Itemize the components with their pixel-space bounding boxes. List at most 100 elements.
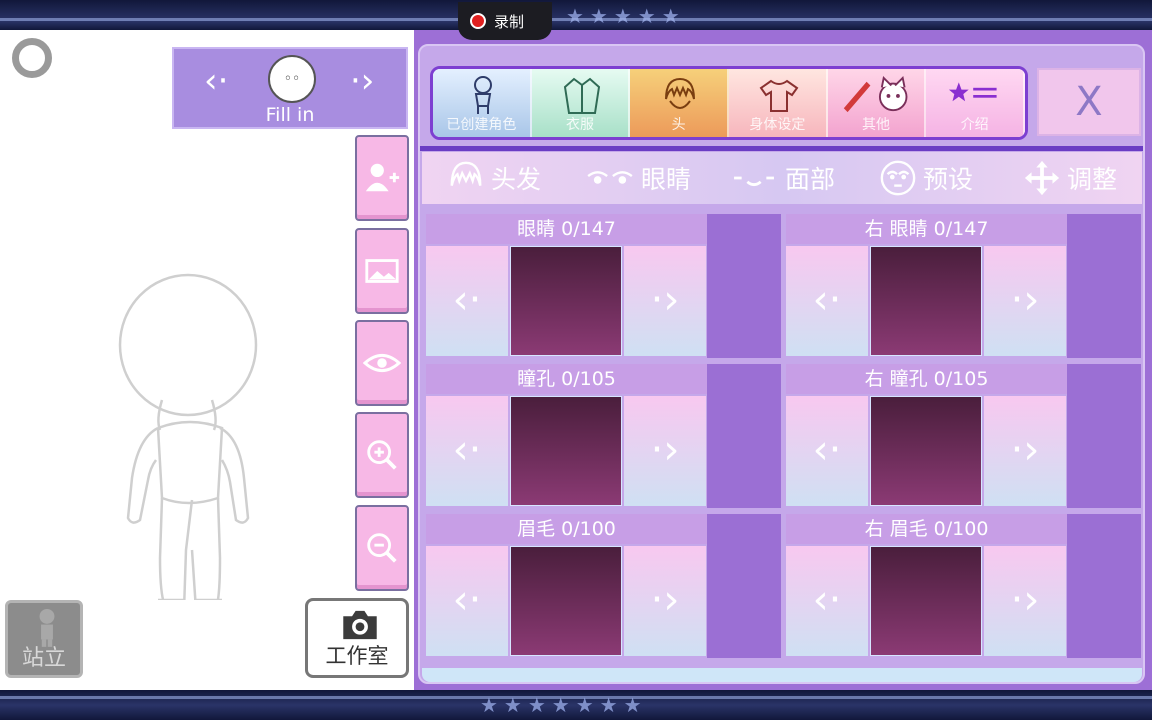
character-face-icon: ◦◦ <box>268 55 316 103</box>
slot-eyebrows-prev-button[interactable]: ‹· <box>426 546 508 656</box>
pose-stand-button[interactable]: 站立 <box>5 600 83 678</box>
record-indicator[interactable]: 录制 <box>458 2 552 40</box>
slot-right-eyebrows: 右 眉毛 0/100 ‹· ·› <box>786 514 1141 658</box>
character-preview-panel: ‹· ◦◦ ·› Fill in 站立 工作室 <box>0 30 414 690</box>
slot-right-eyes-next-button[interactable]: ·› <box>984 246 1066 356</box>
slot-pupils: 瞳孔 0/105 ‹· ·› <box>426 364 781 508</box>
category-tabs: 已创建角色 衣服 头 身体设定 其他 介绍 <box>430 66 1028 140</box>
subtab-hair[interactable]: 头发 <box>422 159 566 197</box>
slot-eyes-title: 眼睛 0/147 <box>426 214 707 244</box>
loading-ring-icon[interactable] <box>12 38 52 78</box>
editor-panel: 已创建角色 衣服 头 身体设定 其他 介绍 X 头发 眼睛 面部 预设 调整 眼… <box>414 30 1152 690</box>
slot-right-eyebrows-side <box>1067 514 1141 658</box>
tab-head[interactable]: 头 <box>630 69 730 137</box>
slot-right-eyes-side <box>1067 214 1141 358</box>
add-person-icon <box>365 163 400 192</box>
bottom-decor-bar: ★★★★★★★ <box>0 690 1152 720</box>
hair-icon <box>450 161 482 186</box>
tab-clothes[interactable]: 衣服 <box>531 69 631 137</box>
subtab-adjust-label: 调整 <box>1066 165 1117 194</box>
subtab-adjust[interactable]: 调整 <box>998 159 1142 197</box>
subtab-eyes-label: 眼睛 <box>640 165 691 194</box>
tab-other-label: 其他 <box>862 117 891 133</box>
close-button[interactable]: X <box>1037 68 1141 136</box>
subtab-hair-label: 头发 <box>490 165 541 194</box>
tab-created-characters-label: 已创建角色 <box>446 117 517 133</box>
slot-right-eyes-color-swatch[interactable] <box>870 246 982 356</box>
mouth-icon <box>734 176 774 187</box>
bottom-scroll-strip <box>422 668 1142 682</box>
slot-eyes-prev-button[interactable]: ‹· <box>426 246 508 356</box>
landscape-icon <box>365 259 399 283</box>
prev-character-button[interactable]: ‹· <box>204 61 228 101</box>
add-character-button[interactable] <box>355 135 409 221</box>
camera-icon <box>343 610 377 640</box>
studio-label: 工作室 <box>325 644 389 668</box>
tab-profile[interactable]: 介绍 <box>926 69 1025 137</box>
slot-eyebrows-color-swatch[interactable] <box>510 546 622 656</box>
slot-pupils-title: 瞳孔 0/105 <box>426 364 707 394</box>
record-label: 录制 <box>494 12 525 31</box>
slot-right-eyes: 右 眼睛 0/147 ‹· ·› <box>786 214 1141 358</box>
subtab-eyes[interactable]: 眼睛 <box>566 159 710 197</box>
character-outline <box>118 273 258 600</box>
zoom-out-icon <box>367 533 397 563</box>
divider <box>420 146 1143 151</box>
toggle-view-button[interactable] <box>355 320 409 406</box>
tshirt-icon <box>759 79 799 112</box>
character-icon <box>474 76 492 114</box>
slot-pupils-prev-button[interactable]: ‹· <box>426 396 508 506</box>
next-character-button[interactable]: ·› <box>350 61 374 101</box>
tab-other[interactable]: 其他 <box>827 69 927 137</box>
slot-right-pupils-next-button[interactable]: ·› <box>984 396 1066 506</box>
slot-eyebrows: 眉毛 0/100 ‹· ·› <box>426 514 781 658</box>
decor-stars-top: ★★★★★ <box>566 4 686 28</box>
studio-button[interactable]: 工作室 <box>305 598 409 678</box>
sub-tabs: 头发 眼睛 面部 预设 调整 <box>422 152 1142 204</box>
character-selector: ‹· ◦◦ ·› Fill in <box>172 47 408 129</box>
star-list-icon <box>949 82 997 102</box>
tab-body-settings[interactable]: 身体设定 <box>729 69 828 137</box>
slot-right-eyes-title: 右 眼睛 0/147 <box>786 214 1067 244</box>
slot-right-eyebrows-next-button[interactable]: ·› <box>984 546 1066 656</box>
tab-created-characters[interactable]: 已创建角色 <box>433 69 532 137</box>
background-button[interactable] <box>355 228 409 314</box>
slot-right-pupils-prev-button[interactable]: ‹· <box>786 396 868 506</box>
slot-eyes-color-swatch[interactable] <box>510 246 622 356</box>
slot-pupils-side <box>707 364 781 508</box>
subtab-face-label: 面部 <box>784 165 835 194</box>
slot-pupils-next-button[interactable]: ·› <box>624 396 706 506</box>
pose-stand-label: 站立 <box>21 646 66 671</box>
slot-eyes: 眼睛 0/147 ‹· ·› <box>426 214 781 358</box>
slot-eyebrows-next-button[interactable]: ·› <box>624 546 706 656</box>
record-dot-icon <box>470 13 486 29</box>
slot-eyes-side <box>707 214 781 358</box>
slot-right-pupils-title: 右 瞳孔 0/105 <box>786 364 1067 394</box>
slot-right-eyebrows-color-swatch[interactable] <box>870 546 982 656</box>
slot-right-pupils-color-swatch[interactable] <box>870 396 982 506</box>
slot-right-eyebrows-title: 右 眉毛 0/100 <box>786 514 1067 544</box>
eye-icon <box>363 353 401 373</box>
tab-body-settings-label: 身体设定 <box>749 117 806 133</box>
slot-right-eyes-prev-button[interactable]: ‹· <box>786 246 868 356</box>
decor-stars-bottom: ★★★★★★★ <box>480 693 648 717</box>
zoom-in-icon <box>367 440 397 470</box>
subtab-preset[interactable]: 预设 <box>854 159 998 197</box>
eyes-icon <box>587 171 633 184</box>
sword-cat-icon <box>843 75 908 113</box>
slot-right-eyebrows-prev-button[interactable]: ‹· <box>786 546 868 656</box>
top-status-bar: ★★★★★ <box>0 0 1152 30</box>
move-icon <box>1024 160 1060 196</box>
slot-eyes-next-button[interactable]: ·› <box>624 246 706 356</box>
tab-head-label: 头 <box>671 117 686 133</box>
slot-pupils-color-swatch[interactable] <box>510 396 622 506</box>
tab-profile-label: 介绍 <box>960 117 989 133</box>
subtab-preset-label: 预设 <box>922 165 973 194</box>
subtab-face[interactable]: 面部 <box>710 159 854 197</box>
zoom-in-button[interactable] <box>355 412 409 498</box>
face-preset-icon <box>880 160 916 196</box>
zoom-out-button[interactable] <box>355 505 409 591</box>
slot-right-pupils-side <box>1067 364 1141 508</box>
editor-inner: 已创建角色 衣服 头 身体设定 其他 介绍 X 头发 眼睛 面部 预设 调整 眼… <box>418 44 1145 684</box>
character-name: Fill in <box>265 104 315 126</box>
